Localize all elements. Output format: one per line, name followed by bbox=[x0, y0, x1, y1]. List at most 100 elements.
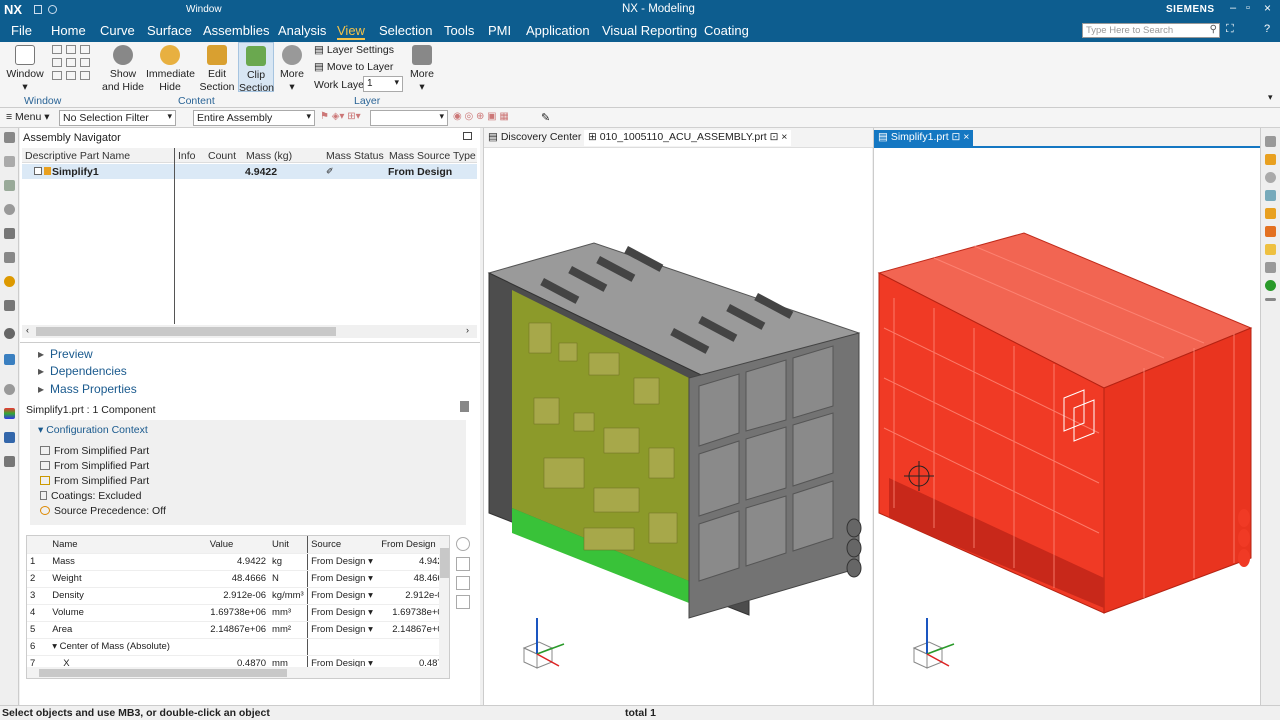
more-button[interactable]: More ▾ bbox=[276, 42, 308, 94]
menu-analysis[interactable]: Analysis bbox=[278, 23, 326, 38]
horizontal-scrollbar[interactable]: ‹ › bbox=[22, 325, 477, 338]
restore-icon[interactable]: ▫ bbox=[1246, 2, 1250, 14]
col-value[interactable]: Value bbox=[206, 536, 270, 554]
part-navigator-icon[interactable] bbox=[4, 156, 15, 167]
view-grid-icons[interactable] bbox=[52, 45, 94, 87]
maximize-panel-icon[interactable] bbox=[463, 132, 472, 140]
tree-icon[interactable] bbox=[456, 595, 470, 609]
lighting-icon[interactable] bbox=[1265, 244, 1276, 255]
studio-icon[interactable] bbox=[1265, 226, 1276, 237]
menu-home[interactable]: Home bbox=[51, 23, 86, 38]
graphics-window-simplify[interactable]: ▤ Simplify1.prt ⊡ × bbox=[873, 128, 1261, 705]
analysis-icon[interactable] bbox=[4, 408, 15, 419]
measure-icon[interactable] bbox=[1265, 262, 1276, 273]
shaded-icon[interactable] bbox=[1265, 154, 1276, 165]
col-count[interactable]: Count bbox=[208, 150, 236, 162]
col-mass-source[interactable]: Mass Source Type bbox=[389, 150, 476, 162]
constraint-navigator-icon[interactable] bbox=[4, 204, 15, 215]
table-row[interactable]: 5 Area 2.14867e+06 mm² From Design ▾ 2.14867e… bbox=[27, 621, 449, 639]
source-dropdown[interactable]: From Design ▾ bbox=[307, 621, 379, 639]
roles-icon[interactable] bbox=[4, 276, 15, 287]
tab-simplify[interactable]: ▤ Simplify1.prt ⊡ × bbox=[874, 130, 974, 146]
selection-filter-select[interactable]: No Selection Filter bbox=[59, 110, 176, 126]
tab-assembly[interactable]: ⊞ 010_1005110_ACU_ASSEMBLY.prt ⊡ × bbox=[584, 130, 792, 146]
menu-surface[interactable]: Surface bbox=[147, 23, 192, 38]
dependencies-section[interactable]: Dependencies bbox=[38, 364, 127, 378]
close-icon[interactable]: × bbox=[1264, 1, 1271, 15]
menu-tools[interactable]: Tools bbox=[444, 23, 474, 38]
table-row[interactable]: 2 Weight 48.4666 N From Design ▾ 48.4666 bbox=[27, 570, 449, 588]
save-icon[interactable] bbox=[34, 5, 42, 14]
menu-file[interactable]: File bbox=[11, 23, 32, 38]
menu-assemblies[interactable]: Assemblies bbox=[203, 23, 269, 38]
tab-discovery-center[interactable]: ▤ Discovery Center bbox=[484, 130, 585, 146]
fullscreen-icon[interactable]: ⛶ bbox=[1226, 23, 1234, 36]
list-icon[interactable] bbox=[456, 576, 470, 590]
vertical-scrollbar[interactable] bbox=[439, 536, 449, 678]
green-light-icon[interactable] bbox=[1265, 280, 1276, 291]
reuse-library-icon[interactable] bbox=[4, 228, 15, 239]
close-tab-icon[interactable]: ⊡ × bbox=[770, 131, 788, 143]
col-source[interactable]: Source bbox=[307, 536, 379, 554]
col-part-name[interactable]: Descriptive Part Name bbox=[25, 150, 130, 162]
menu-application[interactable]: Application bbox=[526, 23, 590, 38]
checkbox-icon[interactable] bbox=[34, 167, 42, 175]
source-dropdown[interactable]: From Design ▾ bbox=[307, 604, 379, 622]
menu-curve[interactable]: Curve bbox=[100, 23, 135, 38]
clock-icon[interactable] bbox=[4, 328, 15, 339]
minimize-icon[interactable]: – bbox=[1230, 2, 1236, 14]
history-icon[interactable] bbox=[4, 252, 15, 263]
history-clock-icon[interactable] bbox=[4, 384, 15, 395]
assembly-navigator-icon[interactable] bbox=[4, 180, 15, 191]
mass-calc-icon[interactable] bbox=[460, 401, 469, 412]
move-to-layer-button[interactable]: ▤ Move to Layer bbox=[314, 61, 393, 73]
show-and-hide-button[interactable]: Show and Hide bbox=[101, 42, 145, 94]
settings-icon[interactable] bbox=[4, 132, 15, 143]
preview-section[interactable]: Preview bbox=[38, 347, 93, 361]
more-layer-button[interactable]: More ▾ bbox=[407, 42, 437, 94]
scope-select[interactable]: Entire Assembly bbox=[193, 110, 315, 126]
table-row[interactable]: 3 Density 2.912e-06 kg/mm³ From Design ▾ 2.91… bbox=[27, 587, 449, 605]
web-browser-icon[interactable] bbox=[4, 300, 15, 311]
ribbon-collapse-icon[interactable]: ▾ bbox=[1268, 92, 1273, 103]
graphics-window-assembly[interactable]: ▤ Discovery Center ⊞ 010_1005110_ACU_ASS… bbox=[483, 128, 873, 705]
config-context-header[interactable]: ▾ Configuration Context bbox=[38, 424, 148, 436]
help-icon[interactable]: ? bbox=[1264, 23, 1270, 35]
menu-view[interactable]: View bbox=[337, 23, 365, 40]
col-name[interactable]: Name bbox=[49, 536, 207, 554]
search-input[interactable]: Type Here to Search ⚲ bbox=[1082, 23, 1220, 38]
system-icon[interactable] bbox=[4, 456, 15, 467]
palette-icon[interactable] bbox=[4, 354, 15, 365]
source-dropdown[interactable]: From Design ▾ bbox=[307, 570, 379, 588]
scrollbar-thumb[interactable] bbox=[39, 669, 287, 677]
menu-selection[interactable]: Selection bbox=[379, 23, 432, 38]
selection-tools-icons[interactable]: ⚑ ◈▾ ⊞▾ bbox=[320, 111, 361, 122]
table-row[interactable]: 4 Volume 1.69738e+06 mm³ From Design ▾ 1.6973… bbox=[27, 604, 449, 622]
scrollbar-thumb[interactable] bbox=[36, 327, 336, 336]
refresh-icon[interactable] bbox=[456, 537, 470, 551]
clip-section-button[interactable]: Clip Section bbox=[238, 42, 274, 94]
kinematics-icon[interactable] bbox=[4, 432, 15, 443]
menu-pmi[interactable]: PMI bbox=[488, 23, 511, 38]
col-info[interactable]: Info bbox=[178, 150, 196, 162]
scrollbar-thumb[interactable] bbox=[440, 548, 449, 578]
layer-settings-button[interactable]: ▤ Layer Settings bbox=[314, 44, 394, 56]
mass-properties-section[interactable]: Mass Properties bbox=[38, 382, 137, 396]
phone-icon[interactable] bbox=[1265, 136, 1276, 147]
close-tab-icon[interactable]: ⊡ × bbox=[952, 131, 970, 143]
window-dropdown[interactable]: Window bbox=[186, 4, 222, 15]
table-row[interactable]: 6 ▾ Center of Mass (Absolute) bbox=[27, 638, 449, 656]
menu-visual-reporting[interactable]: Visual Reporting bbox=[602, 23, 697, 38]
horizontal-scrollbar[interactable] bbox=[27, 667, 439, 678]
edit-section-button[interactable]: Edit Section bbox=[196, 42, 238, 94]
eye-icon[interactable] bbox=[1265, 172, 1276, 183]
pencil-icon[interactable]: ✎ bbox=[541, 111, 550, 124]
col-mass-status[interactable]: Mass Status bbox=[326, 150, 384, 162]
work-layer-select[interactable]: 1 ▾ bbox=[363, 76, 403, 92]
export-icon[interactable] bbox=[456, 557, 470, 571]
search-icon[interactable]: ⚲ bbox=[1210, 24, 1217, 35]
view-orient-icon[interactable] bbox=[1265, 190, 1276, 201]
snap-tools-icons[interactable]: ◉ ◎ ⊕ ▣ ▦ bbox=[453, 111, 509, 122]
menu-coating[interactable]: Coating bbox=[704, 23, 749, 38]
col-mass[interactable]: Mass (kg) bbox=[246, 150, 292, 162]
